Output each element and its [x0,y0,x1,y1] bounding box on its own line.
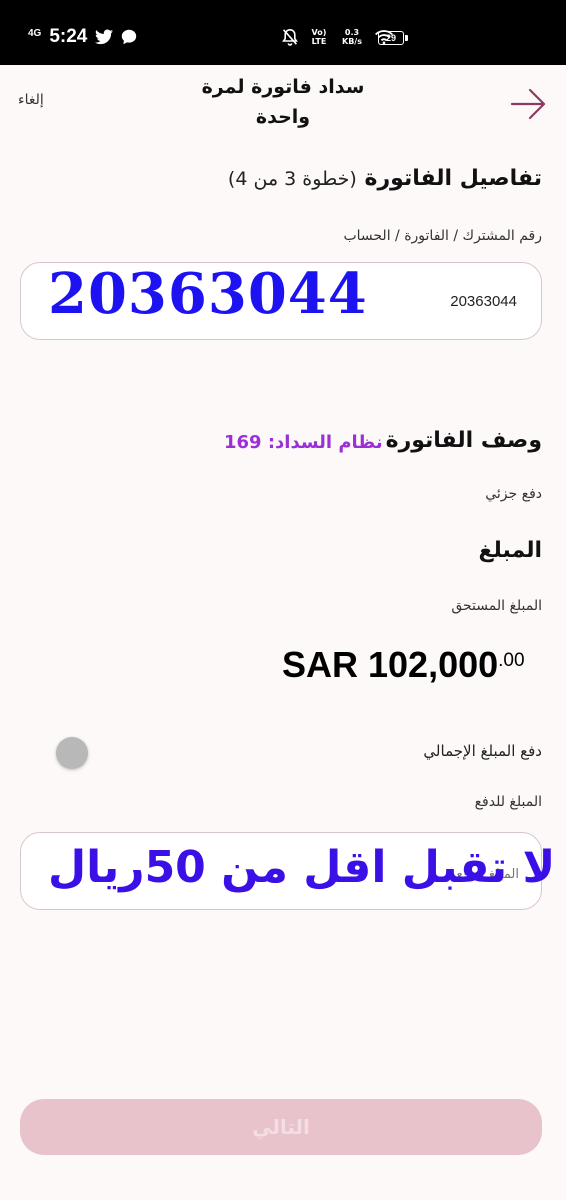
pay-total-toggle[interactable] [56,737,88,769]
account-field-label: رقم المشترك / الفاتورة / الحساب [343,228,542,244]
step-indicator: (خطوة 3 من 4) [227,168,357,190]
pay-amount-label: المبلغ للدفع [474,794,542,810]
overlay-account-number: 20363044 [48,261,368,327]
cancel-button[interactable]: إلغاء [18,92,44,108]
amount-due-value: SAR 102,000.00 [282,644,525,686]
pay-total-label: دفع المبلغ الإجمالي [423,742,542,760]
network-speed: 0.3 KB/s [342,28,362,46]
page-title: سداد فاتورة لمرة واحدة [201,76,365,128]
amount-section-title: المبلغ [478,538,542,563]
partial-payment-label: دفع جزئي [485,486,542,502]
twitter-icon [95,29,114,45]
overlay-minimum-note: لا تقبل اقل من 50ريال [48,842,556,893]
invoice-details-heading: تفاصيل الفاتورة (خطوة 3 من 4) [228,166,542,191]
amount-due-fraction: .00 [498,650,525,671]
volte-indicator: Vo) LTE [311,28,327,46]
next-button[interactable]: التالي [20,1099,542,1155]
account-number-value: 20363044 [450,293,517,310]
status-bar: 4G 5:24 Vo) LTE 0.3 KB/s 29 [0,0,566,65]
invoice-details-title: تفاصيل الفاتورة [364,166,543,191]
status-left: 4G 5:24 [28,26,137,48]
amount-due-label: المبلغ المستحق [451,598,542,614]
payment-system-label: نظام السداد: 169 [224,432,383,453]
back-arrow-icon[interactable] [508,86,548,122]
network-type: 4G [28,27,42,39]
clock: 5:24 [49,26,88,47]
chat-icon [122,29,137,45]
battery-icon: 29 [378,31,408,45]
bell-off-icon [282,28,298,46]
invoice-description-title: وصف الفاتورة [385,428,542,453]
amount-due-main: SAR 102,000 [282,644,499,685]
